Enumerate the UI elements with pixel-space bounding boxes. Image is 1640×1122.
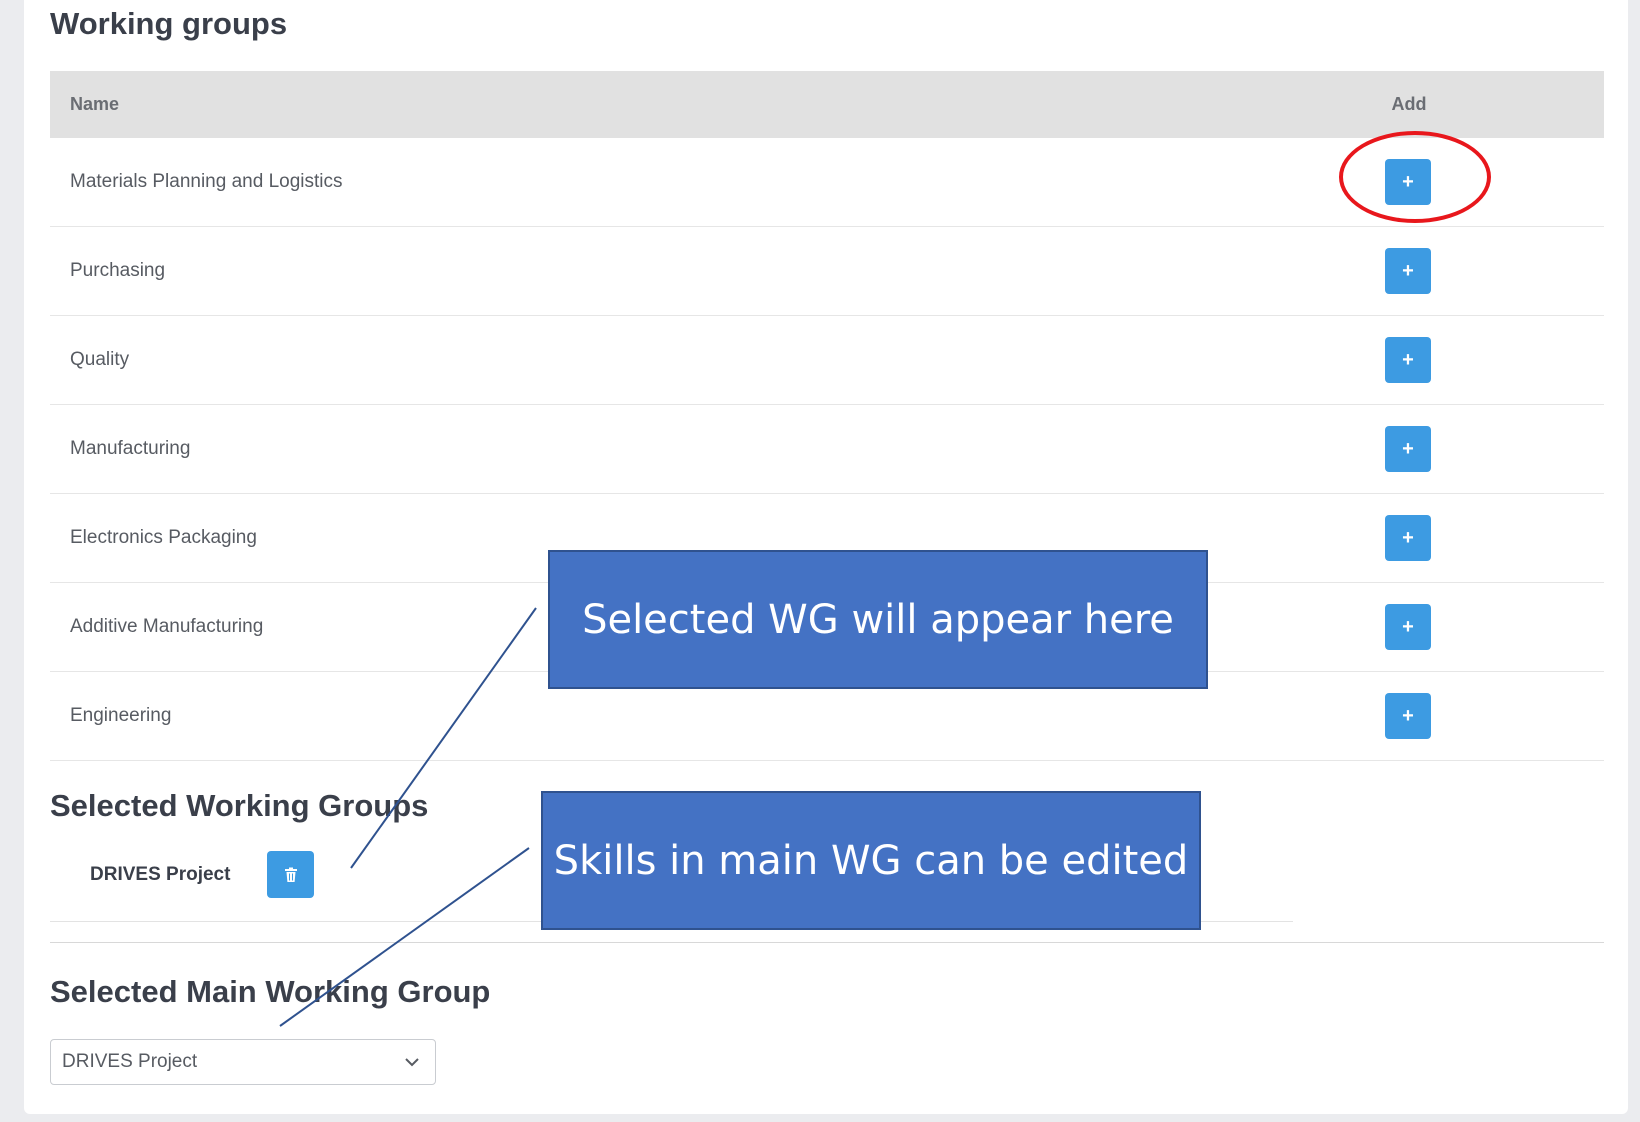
callout-pointer-line — [279, 847, 530, 1027]
callout-pointer-line — [350, 607, 537, 869]
callout-selected-wg: Selected WG will appear here — [548, 550, 1208, 689]
callout-main-wg: Skills in main WG can be edited — [541, 791, 1201, 930]
